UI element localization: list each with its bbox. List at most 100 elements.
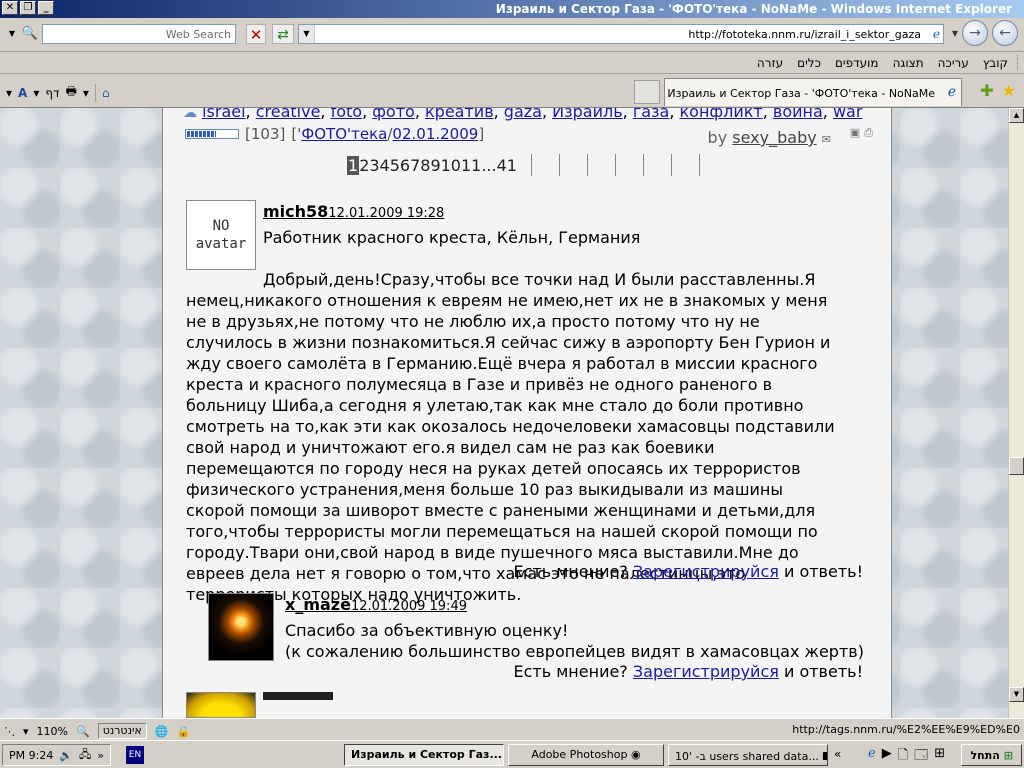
volume-icon[interactable]: 🔊	[59, 749, 73, 762]
address-input[interactable]: ▼ http://fototeka.nnm.ru/izrail_i_sektor…	[298, 24, 944, 44]
system-tray: PM 9:24 🔊 🖧 »	[2, 744, 112, 766]
avatar-placeholder-line: avatar	[195, 236, 247, 252]
new-tab-button[interactable]	[634, 80, 660, 104]
page-menu-label[interactable]: דף	[45, 86, 59, 100]
home-icon[interactable]: ⌂	[102, 86, 110, 100]
menu-edit[interactable]: עריכה	[938, 56, 969, 70]
scroll-down-icon[interactable]: ▼	[1009, 687, 1024, 702]
tag-link[interactable]: creative	[256, 108, 321, 121]
taskbar-overflow-icon[interactable]: «	[834, 747, 841, 761]
network-icon[interactable]: 🖧	[79, 746, 91, 765]
avatar: NO avatar	[186, 200, 256, 270]
zoom-icon[interactable]: 🔍	[76, 725, 90, 738]
pager-divider	[614, 154, 616, 176]
language-indicator[interactable]: EN	[126, 746, 144, 764]
message-icon[interactable]: ✉	[822, 133, 831, 146]
comment-author-link[interactable]: x_maze	[285, 595, 351, 614]
nav-buttons: ▼ → ←	[952, 20, 1018, 46]
task-folder[interactable]: 10' -ב users shared data... 🖿	[668, 744, 828, 766]
start-button[interactable]: התחל ⊞	[961, 744, 1022, 766]
menu-file[interactable]: קובץ	[983, 56, 1008, 70]
print-post-icon[interactable]: ⎙	[864, 126, 873, 140]
page-dropdown-icon[interactable]: ▾	[33, 86, 39, 100]
page-icon: ℯ	[932, 27, 940, 41]
register-link[interactable]: Зарегистрируйся	[633, 562, 779, 581]
ie-quicklaunch-icon[interactable]: ℯ	[868, 746, 876, 768]
search-group: ▼ 🔍 Web Search	[6, 24, 236, 44]
date-link[interactable]: 02.01.2009	[392, 125, 478, 143]
tray-expand-icon[interactable]: »	[97, 749, 104, 762]
task-label: Израиль и Сектор Газ...	[351, 748, 502, 761]
pager-pages[interactable]: 234567891011...41	[359, 156, 517, 175]
scroll-up-icon[interactable]: ▲	[1009, 108, 1024, 123]
task-photoshop[interactable]: Adobe Photoshop ◉	[508, 744, 664, 766]
desktop-icon[interactable]: ⊞	[934, 746, 945, 768]
tools-dropdown-icon[interactable]: ▾	[6, 86, 12, 100]
tag-link[interactable]: газа	[633, 108, 670, 121]
minimize-icon[interactable]: _	[38, 1, 54, 15]
text-size-icon[interactable]: A	[18, 86, 27, 100]
tag-link[interactable]: креатив	[425, 108, 494, 121]
start-label: התחל	[970, 748, 1000, 762]
menu-view[interactable]: תצוגה	[893, 56, 924, 70]
task-ie[interactable]: Израиль и Сектор Газ... ℯ	[344, 744, 504, 766]
menu-favorites[interactable]: מועדפים	[835, 56, 879, 70]
section-open: ['	[291, 125, 302, 143]
print-icon[interactable]: 🖶	[66, 82, 77, 103]
tag-link[interactable]: foto	[331, 108, 362, 121]
add-favorite-icon[interactable]: ✚	[980, 81, 993, 100]
history-dropdown-icon[interactable]: ▼	[952, 29, 958, 38]
status-left: ⋱ ▾ 110% 🔍 אינטרנט 🌐 🔒	[4, 723, 190, 739]
menu-tools[interactable]: כלים	[797, 56, 821, 70]
tag-link[interactable]: war	[833, 108, 862, 121]
save-icon[interactable]: ▣	[850, 126, 860, 140]
comment-author: mich5812.01.2009 19:28	[263, 202, 444, 221]
zoom-level[interactable]: 110%	[37, 725, 68, 738]
stop-icon[interactable]: ✕	[246, 24, 266, 44]
tag-link[interactable]: конфликт	[680, 108, 763, 121]
refresh-icon[interactable]: ⇄	[272, 24, 294, 44]
command-bar: ▾ A ▾ דף 🖶 ▾ ⌂	[6, 82, 110, 103]
tag-link[interactable]: война	[773, 108, 823, 121]
menu-items: קובץ עריכה תצוגה מועדפים כלים עזרה	[757, 56, 1008, 70]
avatar	[208, 593, 274, 661]
section-link[interactable]: ФОТО'тека	[301, 125, 387, 143]
menu-help[interactable]: עזרה	[757, 56, 783, 70]
tag-link[interactable]: gaza	[504, 108, 542, 121]
address-dropdown-icon[interactable]: ▼	[299, 25, 315, 43]
scrollbar-thumb[interactable]	[1009, 457, 1024, 475]
search-input[interactable]: Web Search	[42, 24, 236, 44]
maximize-icon[interactable]: ❐	[20, 1, 36, 15]
rating-fill	[187, 131, 216, 137]
vertical-scrollbar[interactable]: ▲ ▼	[1008, 108, 1024, 718]
content-column: ☁ israel, creative, foto, фото, креатив,…	[162, 108, 892, 718]
back-icon[interactable]: ←	[992, 20, 1018, 46]
comment-author-link[interactable]: mich58	[263, 202, 328, 221]
close-icon[interactable]: ✕	[2, 1, 18, 15]
comment-author: x_maze12.01.2009 19:49	[285, 595, 467, 614]
favorites-star-icon[interactable]: ★	[1002, 81, 1016, 100]
tag-link[interactable]: israel	[202, 108, 245, 121]
pager-divider	[670, 154, 672, 176]
register-link[interactable]: Зарегистрируйся	[633, 662, 779, 681]
resize-grip-icon[interactable]: ⋱	[4, 725, 15, 738]
by-label: by	[707, 128, 728, 147]
search-dropdown-icon[interactable]: ▼	[6, 24, 18, 44]
comment-subtitle: Работник красного креста, Кёльн, Германи…	[263, 228, 641, 247]
tags-cloud-icon: ☁	[183, 108, 197, 121]
tag-link[interactable]: Израиль	[552, 108, 623, 121]
post-author-link[interactable]: sexy_baby	[732, 128, 816, 147]
window-icon[interactable]: 🗔	[914, 746, 928, 768]
task-label: Adobe Photoshop	[531, 748, 628, 761]
zoom-dropdown-icon[interactable]: ▾	[23, 725, 29, 738]
rating-bar	[185, 129, 239, 139]
tab-active[interactable]: Израиль и Сектор Газа - 'ФОТО'тека - NoN…	[664, 78, 962, 106]
tag-link[interactable]: фото	[372, 108, 415, 121]
search-icon[interactable]: 🔍	[21, 24, 39, 44]
clock[interactable]: PM 9:24	[9, 749, 53, 762]
forward-icon[interactable]: →	[962, 20, 988, 46]
document-icon[interactable]: 🗋	[898, 746, 908, 768]
media-icon[interactable]: ▶	[882, 746, 892, 768]
task-label: 10' -ב users shared data...	[675, 750, 819, 763]
print-dropdown-icon[interactable]: ▾	[83, 86, 89, 100]
